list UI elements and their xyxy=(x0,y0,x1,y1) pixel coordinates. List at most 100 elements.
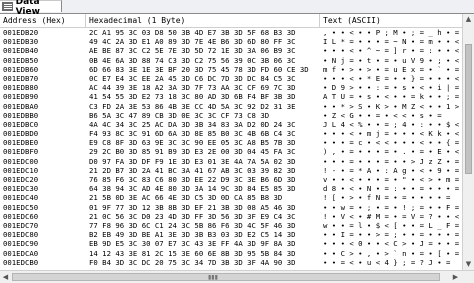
tab-bar: Data View xyxy=(0,0,474,17)
table-row[interactable]: 001EDC80 B2 EB 49 3D BE A1 3E 3D 3B B3 03… xyxy=(0,230,462,239)
scroll-left-arrow-icon[interactable]: ◀ xyxy=(0,271,11,283)
table-row[interactable]: 001EDBE0 E9 C8 8F 3D 63 9E 3C 3C 90 EE 05… xyxy=(0,138,462,147)
table-row[interactable]: 001EDC10 21 2D B7 3D 2A 41 BC 3A 41 67 AB… xyxy=(0,166,462,175)
address-cell: 001EDC90 xyxy=(3,239,39,249)
ascii-cell: ) , • = • • • = • . • = • E • < xyxy=(323,147,460,157)
address-cell: 001EDC80 xyxy=(3,230,39,240)
ascii-cell: • • I = • • > = ; • • = • • • = xyxy=(323,230,460,240)
hex-cell: 0B 4E 6A 3D 88 74 C3 3D C2 75 56 39 0C 3… xyxy=(89,55,296,65)
hex-cell: 21 5B 0D 3E AC 66 4E 3D C5 3D 0D CA 85 B… xyxy=(89,193,283,203)
column-header: Address (Hex) Hexadecimal (1 Byte) Text … xyxy=(0,14,462,28)
table-row[interactable]: 001EDB40 AE BE 87 3C C2 5E 7E 3D 5D 72 1E… xyxy=(0,46,462,55)
address-cell: 001EDC70 xyxy=(3,220,39,230)
ascii-cell: • • • < • m j = • • • < K k • < xyxy=(323,129,460,139)
vertical-scrollbar[interactable]: ▲ ▼ xyxy=(462,14,474,270)
ascii-cell: ! [ • > • f N = • = • • • • = xyxy=(323,193,451,203)
address-cell: 001EDBE0 xyxy=(3,138,39,148)
hex-cell: 2C A1 95 3C 03 D8 50 3B 4D E7 3B 3D 5F 6… xyxy=(89,28,296,37)
address-cell: 001EDBD0 xyxy=(3,129,39,139)
ascii-cell: • • • = c • < < • • • < • • { = xyxy=(323,138,460,148)
table-row[interactable]: 001EDC70 77 F8 96 3D 6C C1 24 3C 5B 86 F6… xyxy=(0,221,462,230)
address-cell: 001EDB40 xyxy=(3,46,39,56)
table-row[interactable]: 001EDBB0 B6 5A 3C 47 89 CB 3D 0E 3C 3C CF… xyxy=(0,111,462,120)
table-row[interactable]: 001EDC90 EB 9D E5 3C 30 07 E7 3C 43 3E FF… xyxy=(0,239,462,248)
address-cell: 001EDC60 xyxy=(3,211,39,221)
scroll-right-arrow-icon[interactable]: ▶ xyxy=(450,271,461,283)
ascii-cell: • N j = • t • = • u V 9 • ; • < xyxy=(323,55,460,65)
address-cell: 001EDC40 xyxy=(3,193,39,203)
horizontal-scrollbar[interactable]: ◀ ▮▮▮ ▶ xyxy=(0,270,474,283)
tab-data-view[interactable]: Data View xyxy=(0,0,62,17)
table-row[interactable]: 001EDB60 6D 66 83 3E 1E 3E BF 20 3D 75 45… xyxy=(0,65,462,74)
table-row[interactable]: 001EDB70 0C E7 E4 3C EE 2A 45 3D C6 DC 7D… xyxy=(0,74,462,83)
address-cell: 001EDCA0 xyxy=(3,248,39,258)
ascii-cell: • • * > S • K > • M Z < • • 1 > xyxy=(323,101,460,111)
table-row[interactable]: 001EDC20 76 85 F6 3C 83 C6 80 3D EE 22 D9… xyxy=(0,175,462,184)
ascii-cell: • • C > • , • > ` n • = • [ • = xyxy=(323,248,460,258)
hex-cell: 76 85 F6 3C 83 C6 80 3D EE 22 D9 3C 3E B… xyxy=(89,175,296,184)
hex-cell: B2 EB 49 3D BE A1 3E 3D 3B B3 03 3D E2 C… xyxy=(89,230,296,240)
horizontal-scroll-thumb[interactable]: ▮▮▮ xyxy=(12,273,440,281)
table-row[interactable]: 001EDBF0 29 2C B0 3D 85 91 B9 3D E3 2E 00… xyxy=(0,147,462,156)
column-address[interactable]: Address (Hex) xyxy=(0,14,86,27)
ascii-cell: I L * = • • • = ~ N • = m • • < xyxy=(323,37,460,47)
table-row[interactable]: 001EDB30 49 4C 2A 3D E1 A0 89 3D 7E 4E B6… xyxy=(0,37,462,46)
table-row[interactable]: 001EDC40 21 5B 0D 3E AC 66 4E 3D C5 3D 0D… xyxy=(0,193,462,202)
address-cell: 001EDC30 xyxy=(3,184,39,194)
vertical-scroll-thumb[interactable] xyxy=(465,44,472,174)
table-row[interactable]: 001EDB90 41 54 55 3D E2 73 18 3C 80 AD 3D… xyxy=(0,92,462,101)
ascii-cell: w • • = l • $ < [ • • = L _ F = xyxy=(323,220,460,230)
ascii-cell: d 8 • < • N • = : • • = • • • = xyxy=(323,184,460,194)
data-view-icon xyxy=(2,2,13,11)
ascii-cell: ! - • = * A • : A g • < • 9 • = xyxy=(323,165,460,175)
hex-cell: C3 FD 2A 3E 53 86 4B 3E CC 4D 5A 3C 92 D… xyxy=(89,101,296,111)
address-cell: 001EDC20 xyxy=(3,175,39,184)
table-row[interactable]: 001EDBC0 4A 4C 34 3C 25 AC DA 3D 3B 34 83… xyxy=(0,120,462,129)
table-row[interactable]: 001EDBD0 F4 93 8C 3C 91 6D 6A 3D 8E 85 B0… xyxy=(0,129,462,138)
ascii-cell: • • w = • ; • = • ! ; = • • F = xyxy=(323,202,460,212)
hex-cell: F0 B4 3D 3C DC 20 75 3C 34 7D 3B 3D 3F 4… xyxy=(89,257,296,267)
address-cell: 001EDBF0 xyxy=(3,147,39,157)
ascii-cell: A T U = • s • < • • = k • • ; = xyxy=(323,92,460,102)
address-cell: 001EDB60 xyxy=(3,64,39,74)
hex-cell: 64 38 94 3C AD 4E 80 3D 3A 14 9C 3D 84 E… xyxy=(89,184,296,194)
ascii-cell: ! • V < • # M = • = V = ? • • < xyxy=(323,211,460,221)
scroll-down-arrow-icon[interactable]: ▼ xyxy=(463,259,474,270)
table-row[interactable]: 001EDB20 2C A1 95 3C 03 D8 50 3B 4D E7 3B… xyxy=(0,28,462,37)
hex-cell: B6 5A 3C 47 89 CB 3D 0E 3C 3C CF 73 C8 3… xyxy=(89,110,270,120)
table-row[interactable]: 001EDC50 01 9F 77 3D 12 3B 8B 3D EF 21 3B… xyxy=(0,203,462,212)
table-row[interactable]: 001EDC00 D0 97 FA 3D DF F9 1E 3D E3 01 3E… xyxy=(0,157,462,166)
data-table[interactable]: 001EDB20 2C A1 95 3C 03 D8 50 3B 4D E7 3B… xyxy=(0,28,462,270)
ascii-cell: • • • < • * E = • • } = • • • < xyxy=(323,73,460,83)
table-row[interactable]: 001EDBA0 C3 FD 2A 3E 53 86 4B 3E CC 4D 5A… xyxy=(0,102,462,111)
address-cell: 001EDBC0 xyxy=(3,119,39,129)
grip-icon: ▮▮▮ xyxy=(208,274,218,281)
hex-cell: 41 54 55 3D E2 73 18 3C 80 AD 3D 6B F4 B… xyxy=(89,92,296,102)
address-cell: 001EDB80 xyxy=(3,83,39,93)
hex-cell: D0 97 FA 3D DF F9 1E 3D E3 01 3E 4A 7A 5… xyxy=(89,156,296,166)
address-cell: 001EDC50 xyxy=(3,202,39,212)
address-cell: 001EDBA0 xyxy=(3,101,39,111)
hex-cell: 29 2C B0 3D 85 91 B9 3D E3 2E 00 3D 04 4… xyxy=(89,147,296,157)
ascii-cell: m f • > • > • = u E x = • ` • = xyxy=(323,64,460,74)
address-cell: 001EDB90 xyxy=(3,92,39,102)
ascii-cell: , • • < • • P ; M • ; = _ h • = xyxy=(323,28,460,37)
hex-cell: 49 4C 2A 3D E1 A0 89 3D 7E 4E B6 3D 6D 8… xyxy=(89,37,296,47)
table-row[interactable]: 001EDC60 21 0C 56 3C D0 23 4D 3D FF 3D 56… xyxy=(0,212,462,221)
table-row[interactable]: 001EDC30 64 38 94 3C AD 4E 80 3D 3A 14 9C… xyxy=(0,184,462,193)
hex-cell: EB 9D E5 3C 30 07 E7 3C 43 3E FF 4A 3D 9… xyxy=(89,239,296,249)
table-row[interactable]: 001EDB80 AC 44 39 3E 18 A2 3A 3D 7F 73 AA… xyxy=(0,83,462,92)
table-row[interactable]: 001EDB50 0B 4E 6A 3D 88 74 C3 3D C2 75 56… xyxy=(0,56,462,65)
ascii-cell: • • • < 0 • • < C > • J = • • = xyxy=(323,239,460,249)
column-hex[interactable]: Hexadecimal (1 Byte) xyxy=(86,14,320,27)
hex-cell: 4A 4C 34 3C 25 AC DA 3D 3B 34 83 3A D2 0… xyxy=(89,119,296,129)
table-row[interactable]: 001EDCB0 F0 B4 3D 3C DC 20 75 3C 34 7D 3B… xyxy=(0,258,462,267)
table-row[interactable]: 001EDCA0 14 12 43 3E 81 2C 15 3E 60 6E 8B… xyxy=(0,249,462,258)
ascii-cell: • D 9 > • • : = • s • < • i | = xyxy=(323,83,460,93)
ascii-cell: • • • < • ^ ~ = ] r • = : • • < xyxy=(323,46,460,56)
scroll-up-arrow-icon[interactable]: ▲ xyxy=(463,14,474,25)
address-cell: 001EDB30 xyxy=(3,37,39,47)
ascii-cell: v • • < • • • = • " • < > • m = xyxy=(323,175,460,184)
ascii-cell: • • • = • • • = • • > J z Z • = xyxy=(323,156,460,166)
column-text[interactable]: Text (ASCII) xyxy=(320,14,462,27)
